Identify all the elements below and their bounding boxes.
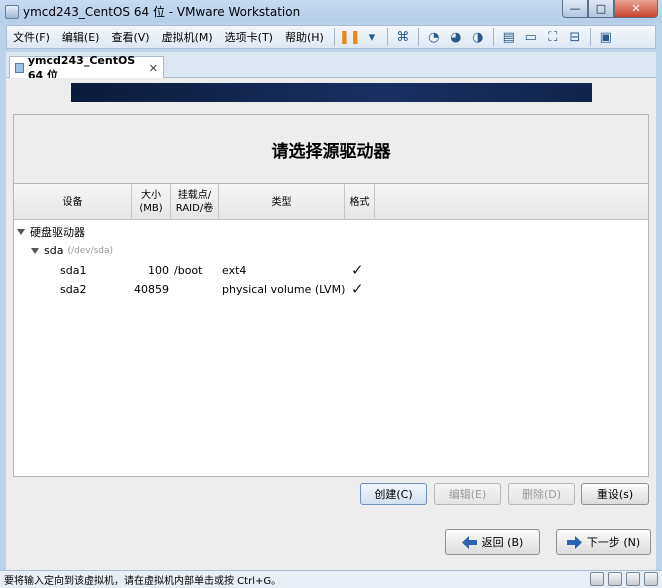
create-button[interactable]: 创建(C) — [360, 483, 427, 505]
disk-path: (/dev/sda) — [67, 245, 114, 256]
group-label: 硬盘驱动器 — [30, 225, 85, 239]
snapshot-manager-icon[interactable]: ◑ — [468, 28, 488, 46]
next-button[interactable]: 下一步 (N) — [556, 529, 651, 555]
snapshot-revert-icon[interactable]: ◕ — [446, 28, 466, 46]
vm-tab-icon — [15, 63, 24, 73]
tab-close-icon[interactable]: ✕ — [149, 62, 158, 75]
fullscreen-icon[interactable]: ⛶ — [543, 28, 563, 46]
cell-mount: /boot — [174, 264, 203, 277]
col-format[interactable]: 格式 — [345, 184, 375, 220]
cell-device: sda2 — [60, 283, 87, 296]
close-button[interactable]: ✕ — [614, 0, 658, 18]
cell-type: physical volume (LVM) — [222, 283, 346, 296]
tree-group-harddrives[interactable]: 硬盘驱动器 — [17, 222, 85, 241]
cdrom-icon[interactable] — [608, 572, 622, 586]
menu-edit[interactable]: 编辑(E) — [56, 29, 106, 45]
delete-button[interactable]: 删除(D) — [508, 483, 575, 505]
menu-tabs[interactable]: 选项卡(T) — [219, 29, 279, 45]
toolbar-separator — [386, 28, 388, 46]
col-type[interactable]: 类型 — [219, 184, 345, 220]
vmware-window: ymcd243_CentOS 64 位 - VMware Workstation… — [0, 0, 662, 588]
tab-vm[interactable]: ymcd243_CentOS 64 位 ✕ — [9, 54, 164, 82]
table-row[interactable]: sda1 100 /boot ext4 ✓ — [14, 261, 648, 280]
next-label: 下一步 (N) — [586, 536, 641, 549]
back-button[interactable]: 返回 (B) — [445, 529, 540, 555]
console-icon[interactable]: ▭ — [521, 28, 541, 46]
status-bar: 要将输入定向到该虚拟机，请在虚拟机内部单击或按 Ctrl+G。 — [0, 570, 662, 588]
expander-icon[interactable] — [31, 247, 39, 254]
sound-icon[interactable] — [644, 572, 658, 586]
reset-button[interactable]: 重设(s) — [581, 483, 649, 505]
status-icons — [586, 572, 658, 586]
table-row[interactable]: sda2 40859 physical volume (LVM) ✓ — [14, 280, 648, 299]
minimize-button[interactable]: — — [562, 0, 588, 18]
menu-file[interactable]: 文件(F) — [7, 29, 56, 45]
col-device[interactable]: 设备 — [14, 184, 132, 220]
window-controls: — □ ✕ — [562, 0, 658, 18]
status-text: 要将输入定向到该虚拟机，请在虚拟机内部单击或按 Ctrl+G。 — [4, 576, 282, 587]
guest-screen[interactable]: 请选择源驱动器 设备 大小 (MB) 挂载点/ RAID/卷 类型 格式 硬盘驱… — [6, 78, 656, 570]
page-title: 请选择源驱动器 — [13, 114, 649, 184]
cell-size: 100 — [148, 264, 169, 277]
maximize-button[interactable]: □ — [588, 0, 614, 18]
view-icon[interactable]: ▣ — [596, 28, 616, 46]
menu-view[interactable]: 查看(V) — [105, 29, 155, 45]
tree-disk-sda[interactable]: sda (/dev/sda) — [31, 241, 113, 260]
cell-device: sda1 — [60, 264, 87, 277]
title-bar: ymcd243_CentOS 64 位 - VMware Workstation… — [0, 0, 662, 23]
col-mount[interactable]: 挂载点/ RAID/卷 — [171, 184, 219, 220]
sidebar-icon[interactable]: ▤ — [499, 28, 519, 46]
hdd-icon[interactable] — [590, 572, 604, 586]
tree-header: 设备 大小 (MB) 挂载点/ RAID/卷 类型 格式 — [14, 184, 648, 220]
network-adapter-icon[interactable] — [626, 572, 640, 586]
tab-strip: ymcd243_CentOS 64 位 ✕ — [6, 52, 656, 82]
menu-bar: 文件(F) 编辑(E) 查看(V) 虚拟机(M) 选项卡(T) 帮助(H) ❚❚… — [6, 25, 656, 49]
cell-size: 40859 — [134, 283, 169, 296]
network-icon[interactable]: ⌘ — [393, 28, 413, 46]
toolbar-separator — [417, 28, 419, 46]
dropdown-icon[interactable]: ▾ — [362, 28, 382, 46]
next-arrow-icon — [566, 535, 582, 549]
disk-name: sda — [44, 244, 64, 257]
cell-type: ext4 — [222, 264, 247, 277]
toolbar-separator — [333, 28, 335, 46]
toolbar-separator — [589, 28, 591, 46]
expander-icon[interactable] — [17, 228, 25, 235]
menu-vm[interactable]: 虚拟机(M) — [156, 29, 219, 45]
vmware-app-icon — [5, 4, 19, 19]
format-check-icon: ✓ — [351, 261, 364, 279]
installer-banner — [71, 83, 592, 102]
drive-tree[interactable]: 设备 大小 (MB) 挂载点/ RAID/卷 类型 格式 硬盘驱动器 sda (… — [13, 183, 649, 477]
format-check-icon: ✓ — [351, 280, 364, 298]
back-arrow-icon — [461, 535, 477, 549]
edit-button[interactable]: 编辑(E) — [434, 483, 501, 505]
unity-icon[interactable]: ⊟ — [565, 28, 585, 46]
toolbar-separator — [492, 28, 494, 46]
back-label: 返回 (B) — [481, 536, 524, 549]
window-title: ymcd243_CentOS 64 位 - VMware Workstation — [23, 5, 301, 19]
pause-icon[interactable]: ❚❚ — [339, 28, 361, 46]
menu-help[interactable]: 帮助(H) — [279, 29, 330, 45]
col-size[interactable]: 大小 (MB) — [132, 184, 171, 220]
snapshot-icon[interactable]: ◔ — [424, 28, 444, 46]
